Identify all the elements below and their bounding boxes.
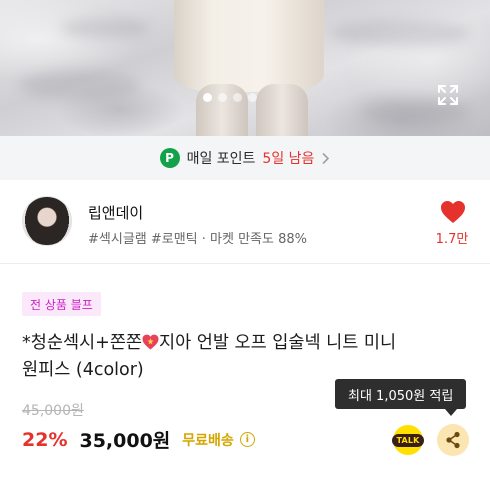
carousel-dot[interactable] [233, 93, 242, 102]
product-title-line2: 원피스 (4color) [22, 360, 144, 380]
carousel-indicator [203, 93, 257, 102]
like-count: 1.7만 [435, 232, 469, 247]
discount-rate: 22% [22, 428, 68, 451]
info-icon[interactable]: i [239, 432, 255, 447]
product-title-part2: 지아 언발 오프 입술넥 니트 미니 [159, 333, 397, 353]
share-button[interactable] [437, 424, 469, 456]
sale-price: 35,000원 [79, 430, 171, 452]
promo-badge: 전 상품 블프 [22, 292, 101, 316]
chevron-right-icon [322, 152, 330, 164]
product-photo-skirt [174, 0, 324, 92]
share-icon [446, 431, 460, 449]
product-photo-leg-left [196, 84, 248, 136]
original-price: 45,000원 [22, 403, 84, 419]
reward-tooltip-tail [445, 409, 457, 416]
daily-point-banner[interactable]: P 매일 포인트 5일 남음 [0, 136, 490, 180]
carousel-dot[interactable] [218, 93, 227, 102]
shop-name[interactable]: 립앤데이 [88, 202, 143, 223]
point-p-icon: P [159, 148, 180, 168]
product-image-carousel[interactable] [0, 0, 490, 136]
product-title: *청순섹시+쫀쫀 지아 언발 오프 입술넥 니트 미니 원피스 (4color) [22, 330, 472, 384]
kakaotalk-button[interactable]: TALK [392, 425, 424, 455]
shop-avatar[interactable] [22, 196, 72, 246]
heart-icon[interactable] [440, 200, 466, 224]
reward-tooltip: 최대 1,050원 적립 [335, 379, 467, 409]
carousel-dot[interactable] [248, 93, 257, 102]
sparkling-heart-icon [142, 334, 159, 350]
price-row: 22% 35,000원 무료배송 i [22, 426, 255, 453]
carousel-dot[interactable] [203, 93, 212, 102]
product-photo-leg-right [256, 84, 308, 136]
expand-icon[interactable] [436, 83, 460, 107]
point-banner-text: 매일 포인트 [186, 151, 256, 167]
talk-label: TALK [392, 433, 424, 447]
shop-tags: #섹시글램 #로맨틱 · 마켓 만족도 88% [88, 232, 307, 247]
free-shipping-label: 무료배송 [182, 432, 234, 449]
point-days-left: 5일 남음 [262, 151, 315, 167]
product-title-part1: *청순섹시+쫀쫀 [22, 333, 143, 353]
shop-info-row[interactable]: 립앤데이 #섹시글램 #로맨틱 · 마켓 만족도 88% [0, 180, 490, 264]
